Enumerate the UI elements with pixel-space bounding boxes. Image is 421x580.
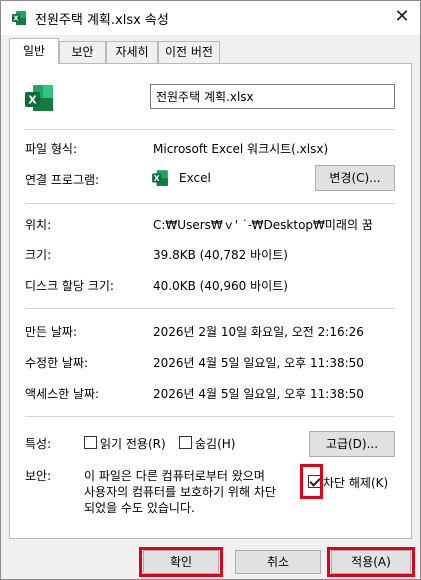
hidden-label[interactable]: 숨김(H) xyxy=(195,435,235,452)
separator xyxy=(25,308,395,309)
size-value: 39.8KB (40,782 바이트) xyxy=(153,248,288,262)
modified-value: 2026년 4월 5일 일요일, 오후 11:38:50 xyxy=(153,356,364,370)
attributes-label: 특성: xyxy=(25,437,52,451)
excel-app-icon: X xyxy=(152,170,168,186)
file-type-value: Microsoft Excel 워크시트(.xlsx) xyxy=(153,142,329,156)
location-value: C:₩Users₩ｖ' ˙˗₩Desktop₩미래의 꿈 xyxy=(153,218,373,232)
advanced-button-label: 고급(D)... xyxy=(325,437,379,451)
unblock-label[interactable]: 차단 해제(K) xyxy=(323,474,388,491)
separator xyxy=(25,129,395,130)
accessed-label: 액세스한 날짜: xyxy=(25,387,100,401)
window-title: 전원주택 계획.xlsx 속성 xyxy=(35,13,169,28)
readonly-checkbox[interactable] xyxy=(84,436,97,449)
opens-with-value: Excel xyxy=(179,171,211,185)
svg-text:X: X xyxy=(28,94,37,107)
change-button-label: 변경(C)... xyxy=(329,171,381,185)
size-on-disk-value: 40.0KB (40,960 바이트) xyxy=(153,279,288,293)
separator xyxy=(25,203,395,204)
excel-file-icon: X xyxy=(12,11,26,25)
advanced-button[interactable]: 고급(D)... xyxy=(309,431,395,457)
size-label: 크기: xyxy=(25,248,52,262)
separator xyxy=(25,416,395,417)
file-type-label: 파일 형식: xyxy=(25,142,78,156)
tab-security[interactable]: 보안 xyxy=(59,41,106,63)
tab-general[interactable]: 일반 xyxy=(9,38,59,64)
location-label: 위치: xyxy=(25,218,52,232)
readonly-label[interactable]: 읽기 전용(R) xyxy=(100,435,166,452)
security-text-line1: 이 파일은 다른 컴퓨터로부터 왔으며 xyxy=(84,469,265,483)
security-text-line2: 사용자의 컴퓨터를 보호하기 위해 차단 xyxy=(84,485,276,499)
ok-button[interactable]: 확인 xyxy=(143,550,219,574)
hidden-checkbox[interactable] xyxy=(179,436,192,449)
cancel-button[interactable]: 취소 xyxy=(235,550,321,574)
svg-text:X: X xyxy=(154,174,160,183)
properties-dialog: X 전원주택 계획.xlsx 속성 ✕ 일반 보안 자세히 이전 버전 X 파일… xyxy=(0,0,421,580)
svg-text:X: X xyxy=(13,15,19,23)
close-button[interactable]: ✕ xyxy=(386,3,418,31)
apply-button[interactable]: 적용(A) xyxy=(331,550,411,574)
security-text-line3: 되었을 수도 있습니다. xyxy=(84,501,195,515)
title-bar: X 전원주택 계획.xlsx 속성 ✕ xyxy=(1,1,420,35)
tab-security-label: 보안 xyxy=(71,45,94,59)
security-label: 보안: xyxy=(25,469,52,483)
created-label: 만든 날짜: xyxy=(25,325,78,339)
ok-button-label: 확인 xyxy=(169,555,193,569)
close-icon: ✕ xyxy=(394,6,410,27)
modified-label: 수정한 날짜: xyxy=(25,356,89,370)
unblock-checkbox[interactable] xyxy=(308,475,321,488)
tab-previous-versions-label: 이전 버전 xyxy=(165,45,213,59)
created-value: 2026년 2월 10일 화요일, 오전 2:16:26 xyxy=(153,325,364,339)
apply-button-label: 적용(A) xyxy=(351,555,391,569)
accessed-value: 2026년 4월 5일 일요일, 오후 11:38:50 xyxy=(153,387,364,401)
excel-file-large-icon: X xyxy=(25,85,53,111)
cancel-button-label: 취소 xyxy=(266,555,290,569)
filename-input[interactable] xyxy=(150,84,395,109)
tab-details[interactable]: 자세히 xyxy=(106,41,158,63)
change-button[interactable]: 변경(C)... xyxy=(315,165,395,191)
tab-details-label: 자세히 xyxy=(115,45,149,59)
tab-general-label: 일반 xyxy=(22,44,46,58)
tab-previous-versions[interactable]: 이전 버전 xyxy=(158,41,220,63)
opens-with-label: 연결 프로그램: xyxy=(25,173,100,187)
size-on-disk-label: 디스크 할당 크기: xyxy=(25,279,114,293)
